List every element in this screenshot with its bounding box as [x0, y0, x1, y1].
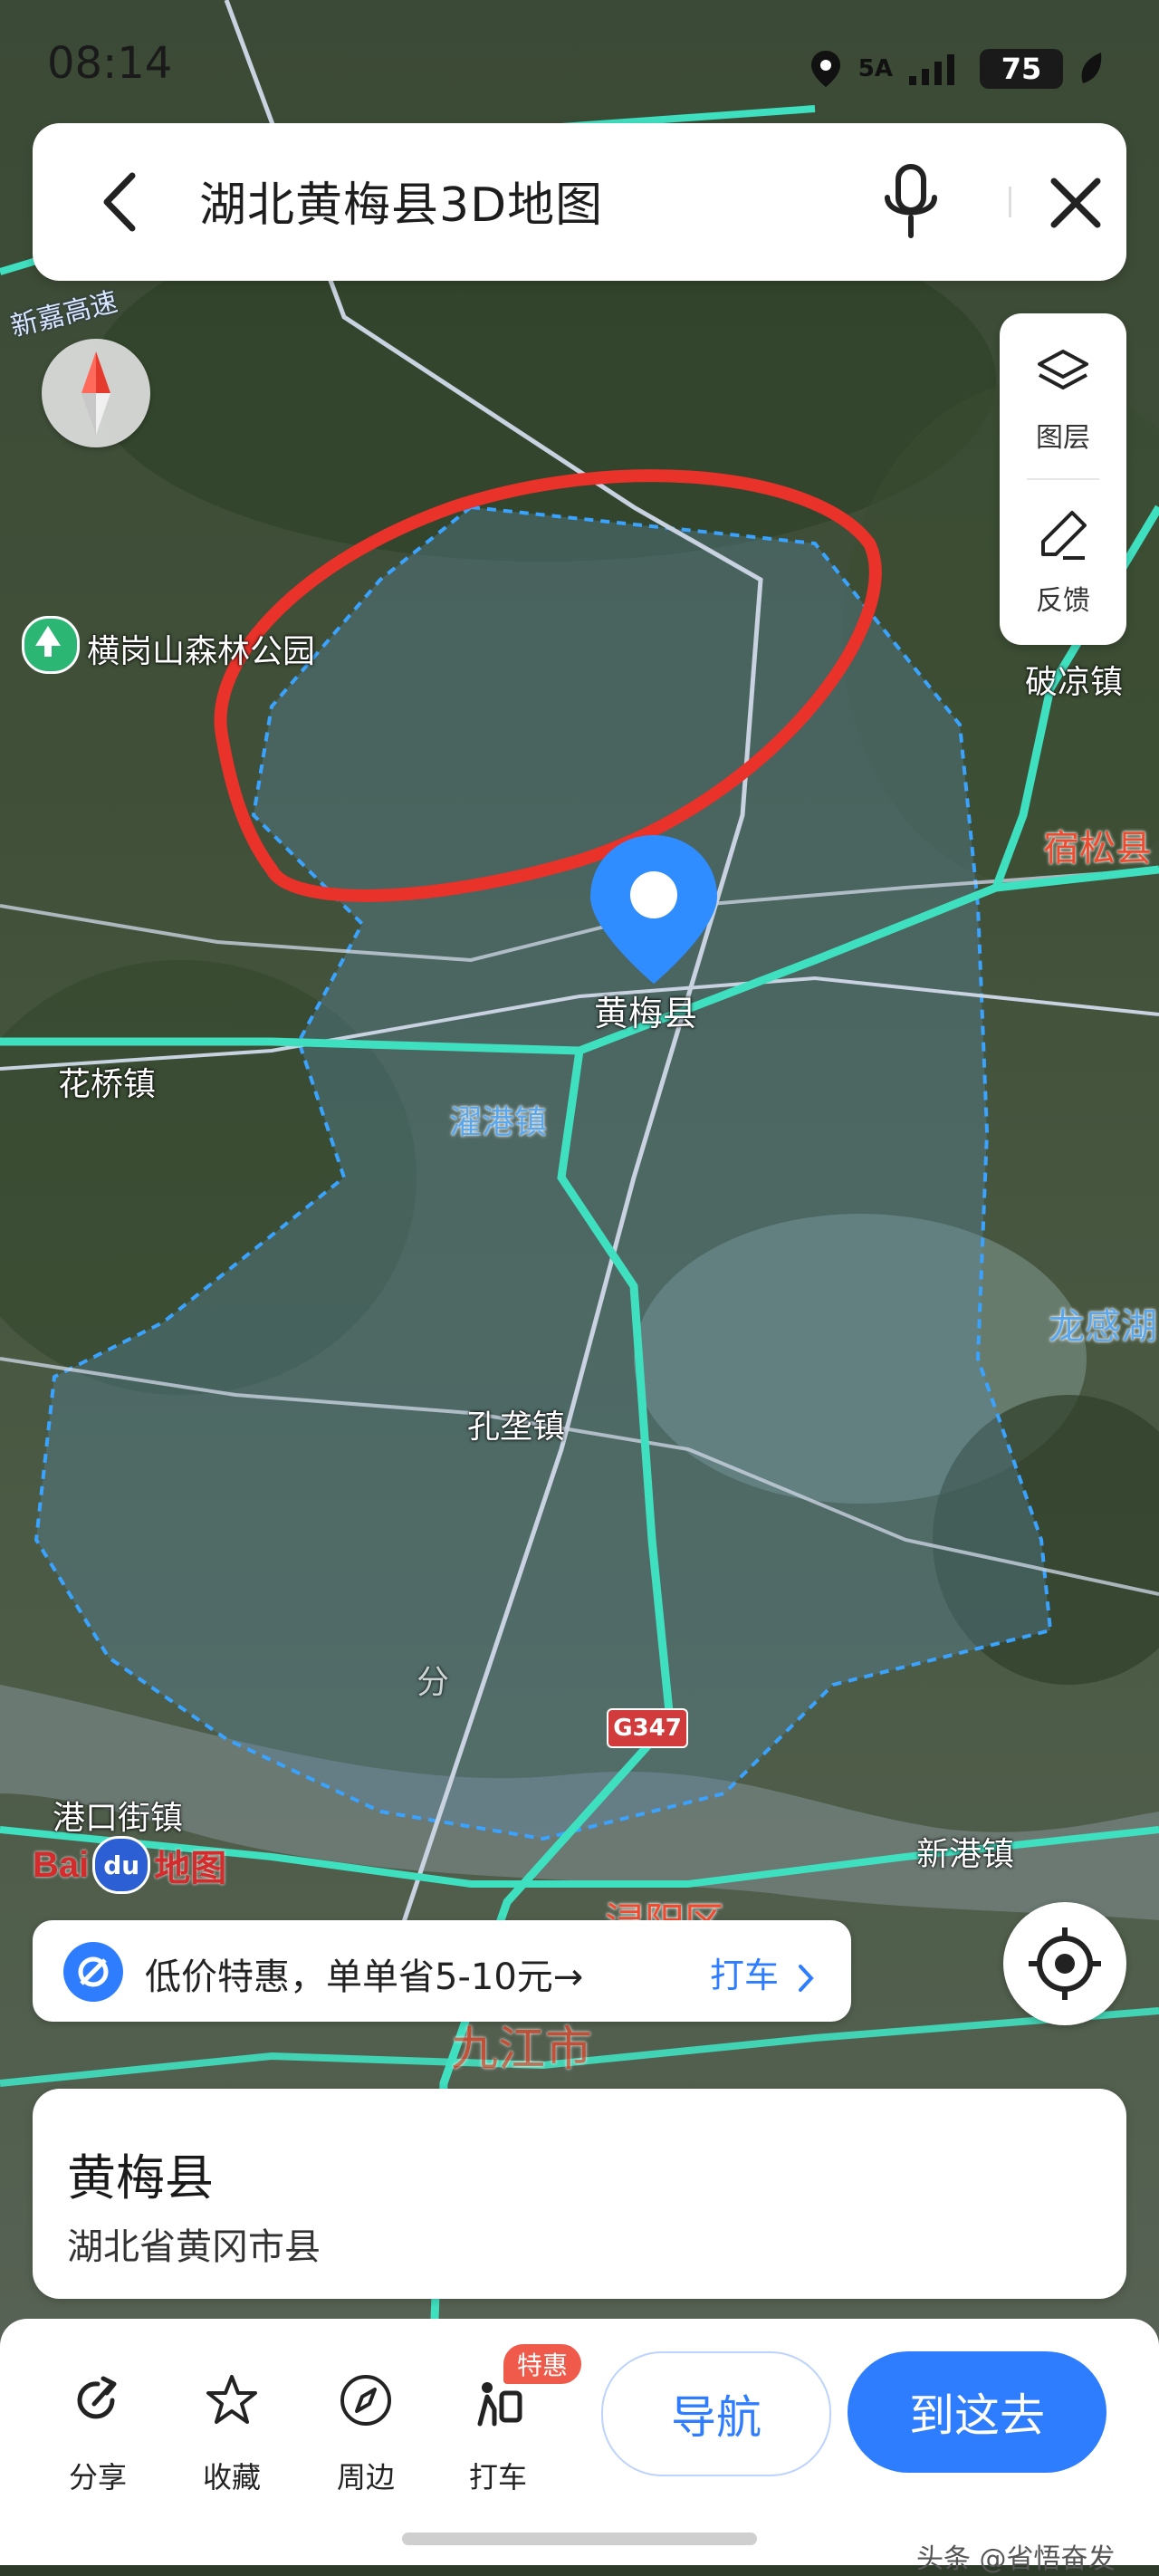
- discount-badge: 特惠: [503, 2344, 581, 2384]
- network-label: 5A: [857, 55, 893, 82]
- location-status-icon: [810, 51, 840, 87]
- share-label: 分享: [68, 2460, 127, 2494]
- map-label-kongzhong[interactable]: 孔垄镇: [467, 1400, 565, 1447]
- map-label-longgan[interactable]: 龙感湖: [1049, 1297, 1157, 1350]
- compass-needle-icon: [81, 351, 110, 435]
- nearby-button[interactable]: 周边: [311, 2355, 420, 2494]
- nearby-label: 周边: [336, 2460, 395, 2494]
- leaf-icon: [1081, 53, 1102, 83]
- map-label-huaqiao[interactable]: 花桥镇: [58, 1058, 156, 1105]
- promo-link-label: 打车: [710, 1956, 780, 1995]
- logo-paw: du: [92, 1836, 151, 1894]
- navigate-button[interactable]: 导航: [601, 2351, 831, 2476]
- favorite-label: 收藏: [202, 2460, 261, 2494]
- logo-bai: Bai: [33, 1844, 90, 1885]
- park-poi-icon[interactable]: [22, 616, 80, 674]
- feedback-pen-icon: [1041, 511, 1087, 560]
- feedback-label: 反馈: [1036, 585, 1090, 617]
- taxi-promo-banner[interactable]: 低价特惠，单单省5-10元→ 打车: [33, 1920, 851, 2022]
- back-icon[interactable]: [92, 168, 147, 235]
- layers-button[interactable]: 图层: [1000, 313, 1126, 476]
- taxi-label: 打车: [468, 2460, 527, 2494]
- signal-icon: [909, 54, 954, 85]
- map-label-gangkou[interactable]: 港口街镇: [53, 1792, 183, 1839]
- battery-indicator: 75: [980, 49, 1063, 89]
- watermark-text: 头条 @省悟奋发: [916, 2543, 1116, 2575]
- search-bar[interactable]: 湖北黄梅县3D地图: [33, 123, 1126, 281]
- location-pin-icon[interactable]: [585, 830, 723, 989]
- chevron-right-icon: [799, 1964, 814, 1992]
- layers-icon: [1038, 350, 1088, 389]
- map-tool-panel: 图层 反馈: [1000, 313, 1126, 645]
- map-label-susong[interactable]: 宿松县: [1043, 819, 1152, 871]
- map-label-partial: 分: [417, 1664, 450, 1701]
- search-divider: [1009, 187, 1011, 217]
- map-label-xingang[interactable]: 新港镇: [916, 1828, 1014, 1875]
- my-location-button[interactable]: [1003, 1902, 1126, 2025]
- map-label-polang[interactable]: 破凉镇: [1025, 656, 1123, 703]
- compass-button[interactable]: [42, 339, 150, 447]
- share-button[interactable]: 分享: [43, 2355, 152, 2494]
- map-label-huangmei[interactable]: 黄梅县: [594, 985, 697, 1035]
- place-info-card[interactable]: 黄梅县 湖北省黄冈市县: [33, 2089, 1126, 2299]
- status-bar: 08:14 5A 75: [0, 0, 1159, 127]
- home-indicator[interactable]: [402, 2533, 757, 2545]
- go-here-button[interactable]: 到这去: [848, 2351, 1106, 2473]
- star-icon: [206, 2375, 257, 2424]
- baidu-map-logo: Bai du 地图: [33, 1833, 226, 1897]
- share-icon: [77, 2376, 117, 2419]
- crosshair-icon: [1029, 1927, 1101, 2000]
- map-label-zhuogang[interactable]: 濯港镇: [449, 1096, 547, 1143]
- place-subtitle: 湖北省黄冈市县: [67, 2226, 321, 2268]
- search-query[interactable]: 湖北黄梅县3D地图: [199, 167, 603, 235]
- road-shield-g347: G347: [607, 1708, 688, 1748]
- feedback-button[interactable]: 反馈: [1000, 480, 1126, 643]
- status-time: 08:14: [47, 38, 173, 89]
- promo-text: 低价特惠，单单省5-10元→: [145, 1956, 584, 1998]
- tree-icon: [35, 626, 61, 657]
- promo-taxi-link[interactable]: 打车: [710, 1947, 817, 1997]
- close-icon[interactable]: [1045, 172, 1106, 234]
- layers-label: 图层: [1036, 422, 1090, 454]
- favorite-button[interactable]: 收藏: [177, 2355, 286, 2494]
- compass-icon: [340, 2375, 391, 2426]
- logo-ditu: 地图: [154, 1848, 227, 1889]
- microphone-icon[interactable]: [875, 161, 947, 243]
- status-icons: 5A 75: [808, 47, 1105, 91]
- place-name: 黄梅县: [67, 2149, 214, 2206]
- map-label-park[interactable]: 横岗山森林公园: [87, 625, 315, 672]
- taxi-promo-icon: [63, 1942, 123, 2002]
